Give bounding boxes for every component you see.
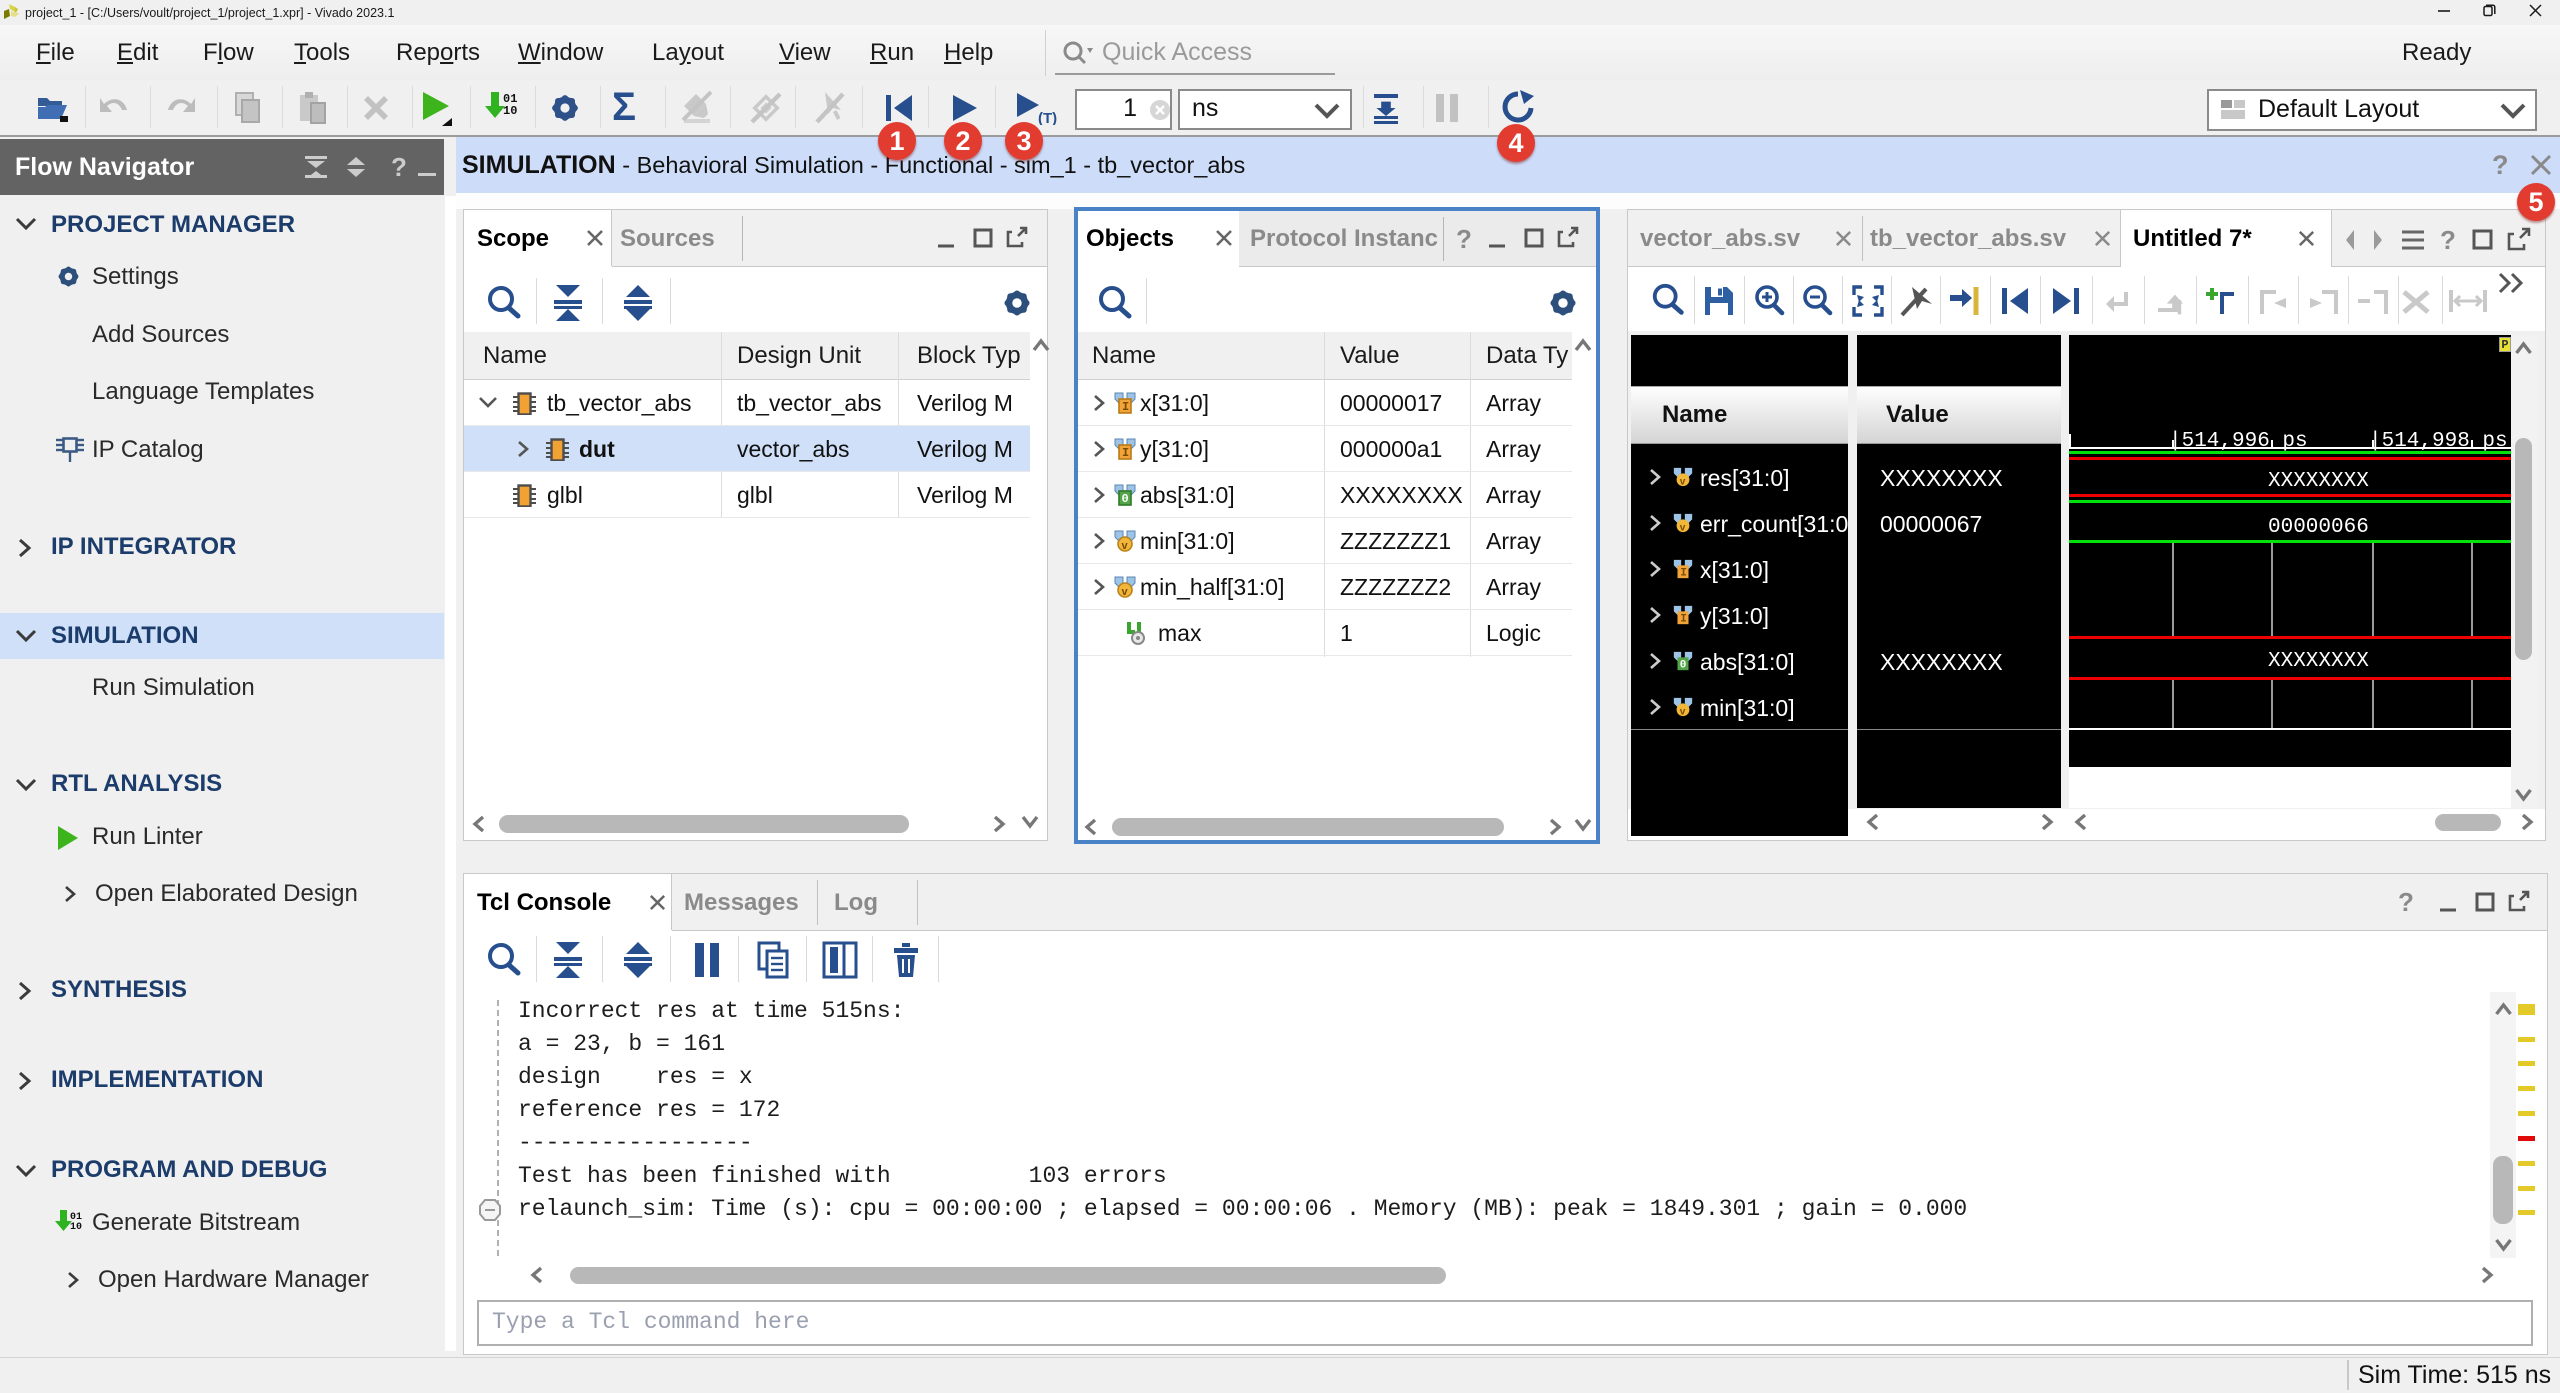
svg-text:v: v [1122, 540, 1129, 552]
svg-text:v: v [1680, 476, 1686, 487]
svg-text:10: 10 [503, 104, 517, 118]
svg-text:?: ? [2440, 227, 2456, 253]
svg-text:v: v [1680, 522, 1686, 533]
svg-text:I: I [1122, 446, 1129, 460]
svg-text:?: ? [2492, 152, 2509, 178]
svg-text:0: 0 [1680, 659, 1687, 671]
svg-text:I: I [1680, 567, 1687, 579]
svg-text:10: 10 [70, 1222, 82, 1233]
svg-text:v: v [1122, 586, 1129, 598]
svg-text:?: ? [2398, 890, 2414, 914]
svg-text:v: v [1680, 706, 1686, 717]
svg-text:I: I [1122, 400, 1129, 414]
svg-text:I: I [1680, 613, 1687, 625]
svg-text:?: ? [391, 153, 407, 181]
svg-text:(T): (T) [1038, 110, 1057, 125]
svg-text:0: 0 [1122, 492, 1129, 506]
